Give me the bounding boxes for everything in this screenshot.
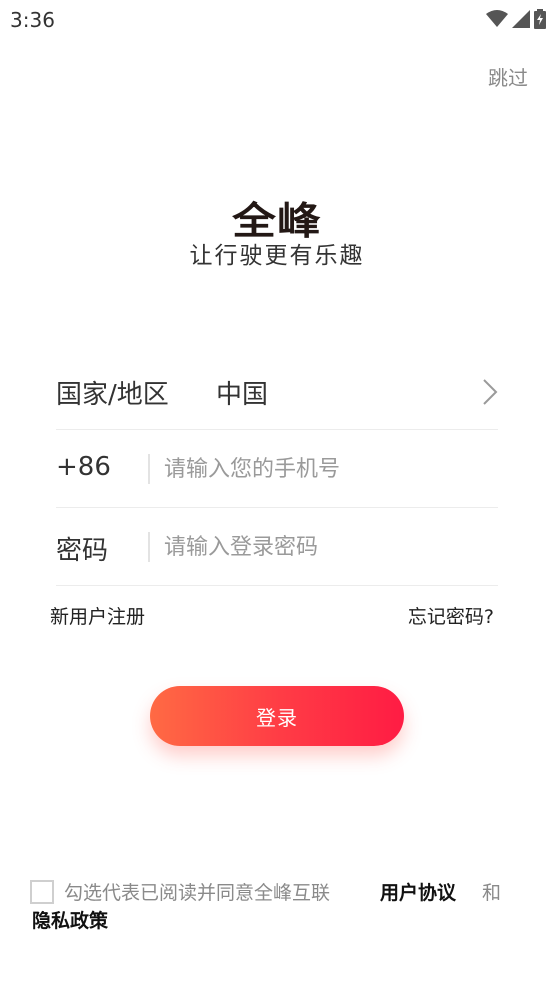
wifi-icon: [486, 10, 508, 27]
skip-button[interactable]: 跳过: [488, 62, 528, 91]
agreement-and: 和: [482, 882, 502, 904]
privacy-policy-link[interactable]: 隐私政策: [32, 906, 108, 933]
phone-row: +86: [56, 430, 498, 508]
phone-input[interactable]: [164, 450, 484, 488]
password-label: 密码: [56, 536, 109, 566]
status-bar: 3:36: [0, 0, 554, 40]
chevron-right-icon: [483, 379, 498, 405]
region-label: 国家/地区: [56, 380, 169, 410]
region-selector[interactable]: 国家/地区 中国: [56, 352, 498, 430]
brand-slogan: 让行驶更有乐趣: [189, 243, 365, 269]
login-button[interactable]: 登录: [150, 686, 404, 746]
signal-icon: [512, 10, 530, 28]
agreement-checkbox[interactable]: [30, 880, 54, 904]
password-row: 密码: [56, 508, 498, 586]
forgot-password-link[interactable]: 忘记密码?: [408, 602, 494, 629]
status-time: 3:36: [10, 8, 55, 32]
agreement-text: 勾选代表已阅读并同意全峰互联: [64, 882, 331, 904]
password-input[interactable]: [164, 528, 484, 566]
battery-charging-icon: [534, 9, 546, 29]
phone-prefix[interactable]: +86: [56, 452, 111, 482]
field-divider: [148, 532, 150, 562]
field-divider: [148, 454, 150, 484]
register-link[interactable]: 新用户注册: [50, 602, 145, 629]
region-value: 中国: [216, 380, 269, 410]
status-icons: [486, 9, 546, 29]
user-agreement-link[interactable]: 用户协议: [380, 878, 456, 905]
